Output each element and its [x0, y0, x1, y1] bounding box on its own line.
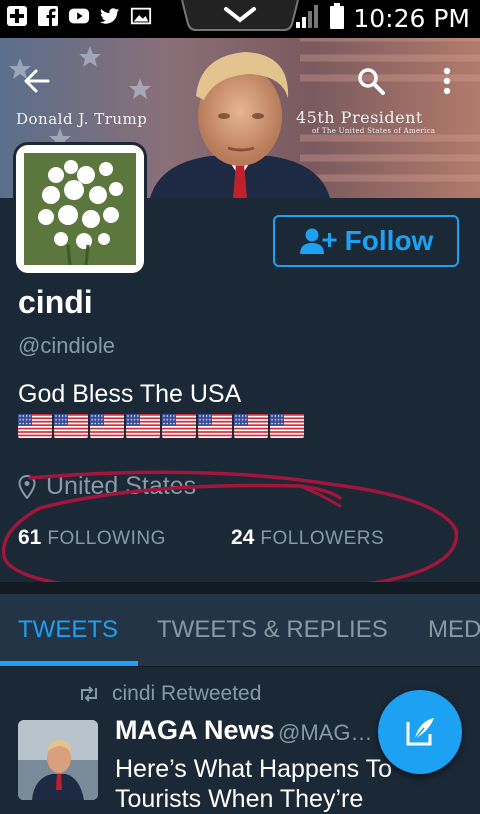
us-flag-emoji — [18, 414, 52, 438]
bio-flag-emojis — [18, 414, 304, 438]
us-flag-emoji — [270, 414, 304, 438]
profile-bio: God Bless The USA — [18, 380, 242, 408]
follow-stats: 61 FOLLOWING 24 FOLLOWERS — [18, 526, 458, 554]
image-icon — [130, 5, 152, 27]
tab-tweets[interactable]: TWEETS — [18, 616, 118, 644]
profile-tabs: TWEETS TWEETS & REPLIES MED — [0, 594, 480, 667]
tweet-author-avatar[interactable] — [18, 720, 98, 800]
add-icon — [6, 5, 28, 27]
us-flag-emoji — [234, 414, 268, 438]
compose-tweet-button[interactable] — [378, 690, 462, 774]
us-flag-emoji — [90, 414, 124, 438]
followers-count: 24 — [231, 526, 255, 549]
search-icon — [358, 68, 385, 95]
location-text: United States — [46, 472, 197, 500]
retweet-icon — [81, 686, 97, 702]
retweet-label: cindi Retweeted — [112, 682, 262, 705]
clock-time: 10:26 PM — [353, 3, 470, 33]
tweet-author-name: MAGA News — [115, 715, 275, 745]
followers-label: FOLLOWERS — [260, 528, 385, 549]
us-flag-emoji — [126, 414, 160, 438]
profile-handle: @cindiole — [18, 333, 115, 358]
tab-media[interactable]: MED — [428, 616, 480, 644]
compose-quill-icon — [406, 718, 434, 746]
facebook-icon — [37, 5, 59, 27]
following-label: FOLLOWING — [47, 528, 166, 549]
profile-name: cindi — [18, 284, 93, 320]
us-flag-emoji — [162, 414, 196, 438]
notification-pulldown-handle[interactable] — [180, 0, 300, 32]
us-flag-emoji — [198, 414, 232, 438]
banner-title-main: 45th President — [296, 108, 423, 127]
youtube-icon — [68, 5, 90, 27]
add-user-icon — [299, 228, 337, 254]
tab-tweets-and-replies[interactable]: TWEETS & REPLIES — [157, 616, 388, 644]
overflow-menu-button[interactable] — [430, 64, 464, 98]
more-vertical-icon — [443, 67, 451, 95]
signal-icon — [295, 2, 321, 34]
search-button[interactable] — [354, 64, 388, 98]
banner-title-sub: of The United States of America — [312, 127, 436, 135]
banner-name-text: Donald J. Trump — [16, 110, 148, 128]
status-bar: 10:26 PM — [0, 0, 480, 38]
profile-avatar[interactable] — [16, 145, 144, 273]
tweet-avatar-photo — [18, 720, 98, 800]
battery-icon — [329, 2, 345, 34]
follow-button-label: Follow — [344, 225, 434, 256]
arrow-left-icon — [24, 69, 50, 93]
following-count: 61 — [18, 526, 42, 549]
follow-button[interactable]: Follow — [273, 215, 459, 267]
twitter-icon — [99, 5, 121, 27]
tweet-author-handle: @MAG… — [278, 720, 373, 745]
back-button[interactable] — [20, 64, 54, 98]
section-divider — [0, 582, 480, 594]
retweet-context: cindi Retweeted — [78, 682, 261, 706]
location-pin-icon — [18, 474, 36, 499]
us-flag-emoji — [54, 414, 88, 438]
profile-location: United States — [18, 472, 196, 501]
banner-title-text: 45th President of The United States of A… — [296, 108, 435, 135]
following-stat[interactable]: 61 FOLLOWING — [18, 526, 166, 550]
avatar-flower-image — [24, 153, 136, 266]
followers-stat[interactable]: 24 FOLLOWERS — [231, 526, 384, 550]
